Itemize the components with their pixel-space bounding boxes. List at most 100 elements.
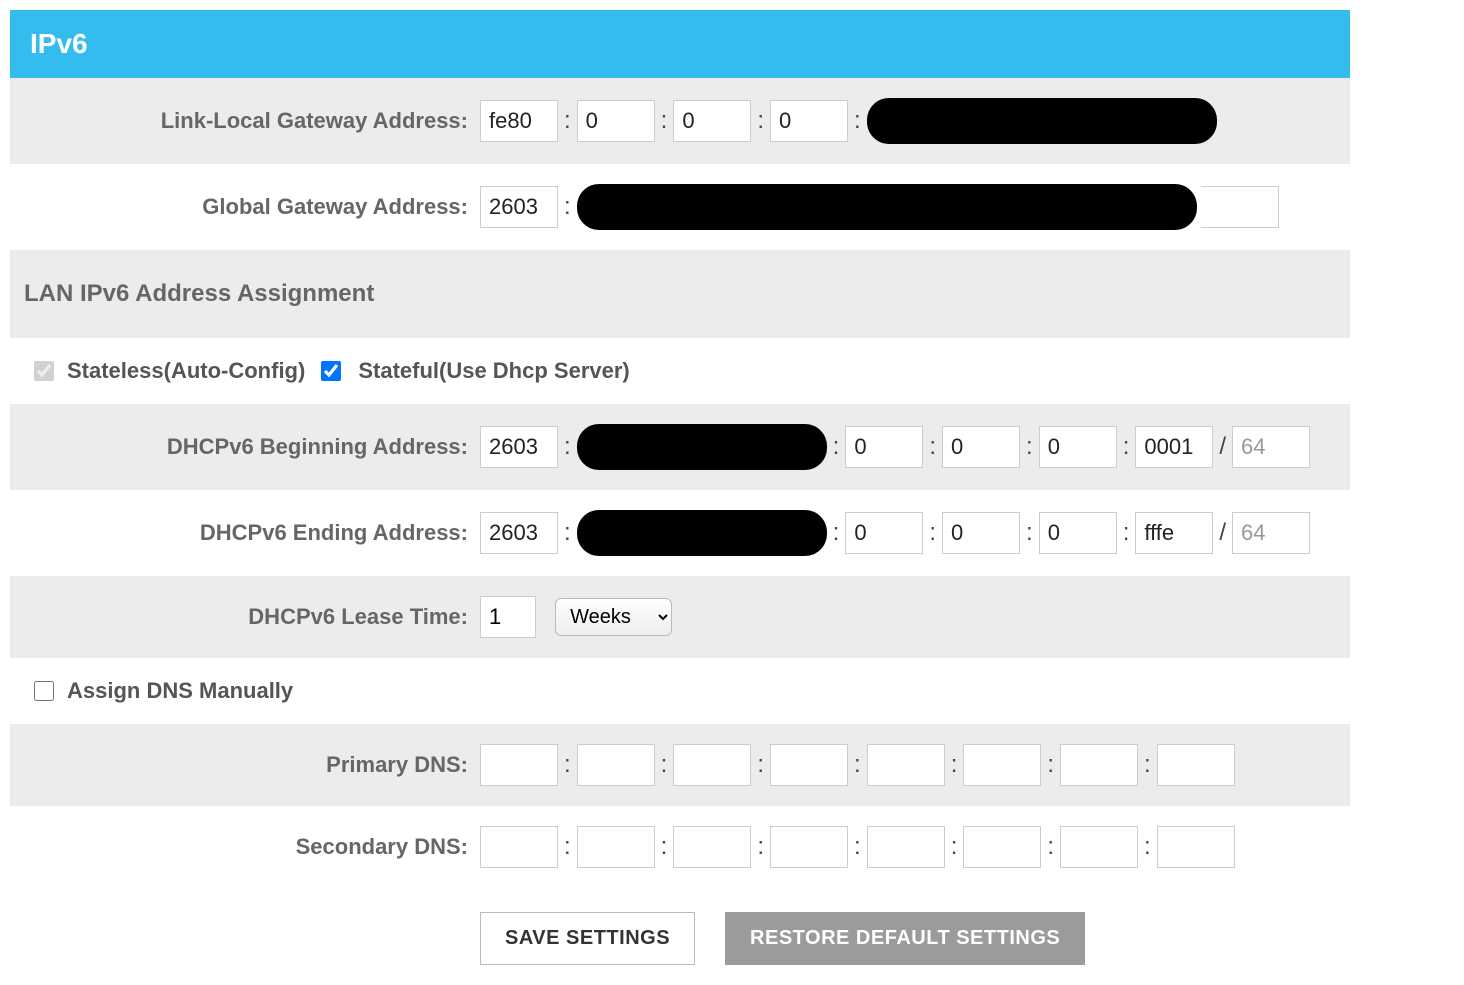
dhcp-end-prefix [1232,512,1310,554]
label-secondary-dns: Secondary DNS: [20,834,480,860]
redacted-link-local [867,98,1217,144]
row-primary-dns: Primary DNS: : : : : : : : [10,724,1350,806]
secondary-dns-seg6[interactable] [963,826,1041,868]
row-link-local: Link-Local Gateway Address: : : : : [10,78,1350,164]
label-dhcp-end: DHCPv6 Ending Address: [20,520,480,546]
checkbox-stateful[interactable] [321,361,341,381]
colon-icon: : [562,433,573,461]
colon-icon: : [1024,519,1035,547]
link-local-seg4[interactable] [770,100,848,142]
colon-icon: : [949,751,960,779]
colon-icon: : [755,833,766,861]
colon-icon: : [831,433,842,461]
colon-icon: : [1024,433,1035,461]
primary-dns-seg3[interactable] [673,744,751,786]
dhcp-end-seg5[interactable] [845,512,923,554]
colon-icon: : [949,833,960,861]
global-gateway-tail [1201,186,1279,228]
link-local-seg2[interactable] [577,100,655,142]
row-assignment-mode: Stateless(Auto-Config) Stateful(Use Dhcp… [10,338,1350,404]
colon-icon: : [927,519,938,547]
primary-dns-seg8[interactable] [1157,744,1235,786]
primary-dns-seg2[interactable] [577,744,655,786]
link-local-seg1[interactable] [480,100,558,142]
slash-icon: / [1217,519,1228,547]
section-lan-ipv6: LAN IPv6 Address Assignment [10,250,1350,338]
global-gateway-seg1[interactable] [480,186,558,228]
row-lease-time: DHCPv6 Lease Time: Weeks [10,576,1350,658]
value-dhcp-begin: : : : : : / [480,424,1340,470]
value-dhcp-end: : : : : : / [480,510,1340,556]
ipv6-panel: IPv6 Link-Local Gateway Address: : : : :… [10,10,1350,975]
value-global-gateway: : [480,184,1340,230]
secondary-dns-seg7[interactable] [1060,826,1138,868]
dhcp-begin-seg8[interactable] [1135,426,1213,468]
colon-icon: : [1045,751,1056,779]
row-dhcp-begin: DHCPv6 Beginning Address: : : : : : / [10,404,1350,490]
label-assign-dns: Assign DNS Manually [67,678,293,704]
colon-icon: : [1121,433,1132,461]
secondary-dns-seg1[interactable] [480,826,558,868]
slash-icon: / [1217,433,1228,461]
primary-dns-seg4[interactable] [770,744,848,786]
colon-icon: : [852,833,863,861]
secondary-dns-seg2[interactable] [577,826,655,868]
label-stateless: Stateless(Auto-Config) [67,358,305,384]
colon-icon: : [852,107,863,135]
dhcp-end-seg1[interactable] [480,512,558,554]
dhcp-begin-prefix [1232,426,1310,468]
colon-icon: : [852,751,863,779]
dhcp-begin-seg1[interactable] [480,426,558,468]
save-settings-button[interactable]: SAVE SETTINGS [480,912,695,965]
colon-icon: : [755,751,766,779]
lease-time-value[interactable] [480,596,536,638]
secondary-dns-seg8[interactable] [1157,826,1235,868]
row-assign-dns: Assign DNS Manually [10,658,1350,724]
label-dhcp-begin: DHCPv6 Beginning Address: [20,434,480,460]
value-link-local: : : : : [480,98,1340,144]
colon-icon: : [659,751,670,779]
lease-time-unit[interactable]: Weeks [555,598,672,636]
label-stateful: Stateful(Use Dhcp Server) [358,358,629,384]
colon-icon: : [1045,833,1056,861]
primary-dns-seg6[interactable] [963,744,1041,786]
colon-icon: : [1121,519,1132,547]
checkbox-stateless [34,361,54,381]
link-local-seg3[interactable] [673,100,751,142]
colon-icon: : [659,833,670,861]
dhcp-end-seg6[interactable] [942,512,1020,554]
secondary-dns-seg3[interactable] [673,826,751,868]
label-lease-time: DHCPv6 Lease Time: [20,604,480,630]
primary-dns-seg7[interactable] [1060,744,1138,786]
secondary-dns-seg5[interactable] [867,826,945,868]
panel-title: IPv6 [30,28,88,59]
colon-icon: : [659,107,670,135]
colon-icon: : [562,193,573,221]
value-secondary-dns: : : : : : : : [480,826,1340,868]
row-secondary-dns: Secondary DNS: : : : : : : : [10,806,1350,888]
checkbox-assign-dns[interactable] [34,681,54,701]
colon-icon: : [562,107,573,135]
dhcp-begin-seg5[interactable] [845,426,923,468]
dhcp-begin-seg6[interactable] [942,426,1020,468]
label-primary-dns: Primary DNS: [20,752,480,778]
label-link-local: Link-Local Gateway Address: [20,108,480,134]
colon-icon: : [831,519,842,547]
redacted-global-gateway [577,184,1197,230]
secondary-dns-seg4[interactable] [770,826,848,868]
dhcp-end-seg7[interactable] [1039,512,1117,554]
colon-icon: : [1142,751,1153,779]
value-lease-time: Weeks [480,596,1340,638]
row-global-gateway: Global Gateway Address: : [10,164,1350,250]
primary-dns-seg1[interactable] [480,744,558,786]
redacted-dhcp-begin [577,424,827,470]
restore-defaults-button[interactable]: RESTORE DEFAULT SETTINGS [725,912,1085,965]
primary-dns-seg5[interactable] [867,744,945,786]
redacted-dhcp-end [577,510,827,556]
dhcp-end-seg8[interactable] [1135,512,1213,554]
colon-icon: : [1142,833,1153,861]
value-primary-dns: : : : : : : : [480,744,1340,786]
row-dhcp-end: DHCPv6 Ending Address: : : : : : / [10,490,1350,576]
panel-header: IPv6 [10,10,1350,78]
dhcp-begin-seg7[interactable] [1039,426,1117,468]
